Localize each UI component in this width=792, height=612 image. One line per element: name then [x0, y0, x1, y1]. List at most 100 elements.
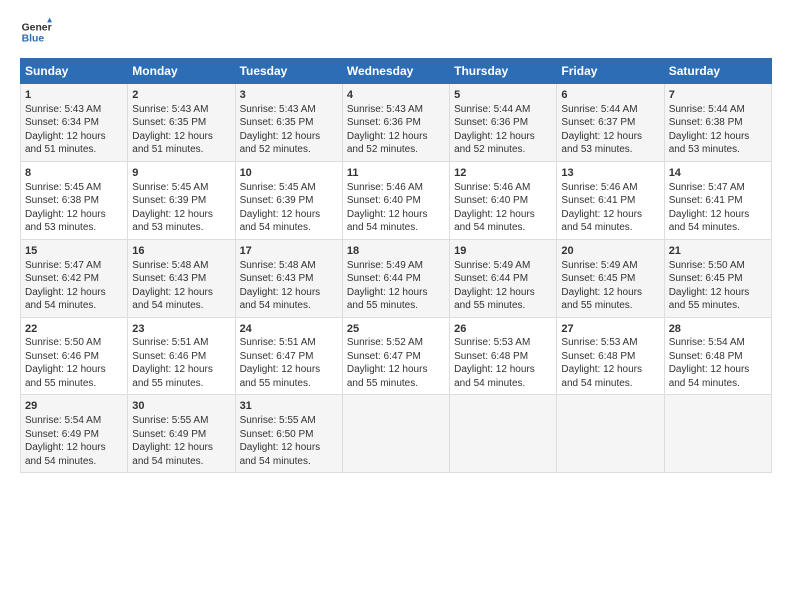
day-info-line: Sunset: 6:36 PM	[347, 116, 445, 130]
day-number: 28	[669, 322, 767, 337]
day-info-line: Daylight: 12 hours	[347, 208, 445, 222]
day-info-line: and 53 minutes.	[561, 143, 659, 157]
day-info-line: Sunset: 6:40 PM	[454, 194, 552, 208]
day-info-line: Daylight: 12 hours	[25, 441, 123, 455]
day-info-line: Daylight: 12 hours	[132, 441, 230, 455]
day-info-line: Sunrise: 5:48 AM	[240, 259, 338, 273]
day-info-line: Sunrise: 5:47 AM	[669, 181, 767, 195]
day-info-line: Sunset: 6:38 PM	[25, 194, 123, 208]
day-info-line: Daylight: 12 hours	[240, 286, 338, 300]
day-info-line: Sunrise: 5:54 AM	[669, 336, 767, 350]
day-info-line: Sunset: 6:41 PM	[669, 194, 767, 208]
day-info-line: Daylight: 12 hours	[454, 286, 552, 300]
day-number: 17	[240, 244, 338, 259]
day-number: 26	[454, 322, 552, 337]
day-info-line: Sunrise: 5:49 AM	[347, 259, 445, 273]
day-info-line: and 55 minutes.	[240, 377, 338, 391]
day-info-line: Daylight: 12 hours	[347, 286, 445, 300]
day-info-line: and 55 minutes.	[454, 299, 552, 313]
week-row-4: 29Sunrise: 5:54 AMSunset: 6:49 PMDayligh…	[21, 395, 772, 473]
day-number: 19	[454, 244, 552, 259]
day-info-line: Sunset: 6:46 PM	[25, 350, 123, 364]
day-info-line: Sunrise: 5:44 AM	[669, 103, 767, 117]
day-info-line: Sunrise: 5:51 AM	[132, 336, 230, 350]
day-info-line: Sunset: 6:48 PM	[454, 350, 552, 364]
day-header-tuesday: Tuesday	[235, 59, 342, 84]
calendar-cell: 30Sunrise: 5:55 AMSunset: 6:49 PMDayligh…	[128, 395, 235, 473]
day-info-line: Sunset: 6:34 PM	[25, 116, 123, 130]
day-info-line: Sunset: 6:39 PM	[132, 194, 230, 208]
day-info-line: Sunrise: 5:48 AM	[132, 259, 230, 273]
day-info-line: Sunrise: 5:46 AM	[454, 181, 552, 195]
day-info-line: Daylight: 12 hours	[669, 208, 767, 222]
day-info-line: Daylight: 12 hours	[25, 286, 123, 300]
calendar-cell: 22Sunrise: 5:50 AMSunset: 6:46 PMDayligh…	[21, 317, 128, 395]
day-number: 11	[347, 166, 445, 181]
calendar-cell: 23Sunrise: 5:51 AMSunset: 6:46 PMDayligh…	[128, 317, 235, 395]
day-number: 4	[347, 88, 445, 103]
day-number: 31	[240, 399, 338, 414]
day-number: 18	[347, 244, 445, 259]
day-info-line: Sunset: 6:43 PM	[132, 272, 230, 286]
day-number: 1	[25, 88, 123, 103]
day-info-line: Sunrise: 5:45 AM	[240, 181, 338, 195]
day-info-line: Sunset: 6:35 PM	[132, 116, 230, 130]
day-info-line: and 55 minutes.	[25, 377, 123, 391]
day-info-line: Sunset: 6:36 PM	[454, 116, 552, 130]
svg-text:General: General	[22, 22, 52, 33]
day-info-line: and 54 minutes.	[454, 377, 552, 391]
calendar-cell: 19Sunrise: 5:49 AMSunset: 6:44 PMDayligh…	[450, 239, 557, 317]
day-info-line: Daylight: 12 hours	[454, 208, 552, 222]
day-info-line: Sunrise: 5:44 AM	[561, 103, 659, 117]
day-number: 29	[25, 399, 123, 414]
day-info-line: Daylight: 12 hours	[25, 363, 123, 377]
day-info-line: and 54 minutes.	[132, 455, 230, 469]
calendar-cell: 3Sunrise: 5:43 AMSunset: 6:35 PMDaylight…	[235, 84, 342, 162]
day-number: 22	[25, 322, 123, 337]
day-number: 24	[240, 322, 338, 337]
day-info-line: Sunrise: 5:51 AM	[240, 336, 338, 350]
day-info-line: and 54 minutes.	[240, 455, 338, 469]
day-info-line: Daylight: 12 hours	[132, 208, 230, 222]
calendar-cell: 1Sunrise: 5:43 AMSunset: 6:34 PMDaylight…	[21, 84, 128, 162]
day-info-line: Sunrise: 5:52 AM	[347, 336, 445, 350]
calendar-cell: 28Sunrise: 5:54 AMSunset: 6:48 PMDayligh…	[664, 317, 771, 395]
day-info-line: Daylight: 12 hours	[240, 130, 338, 144]
day-info-line: Sunset: 6:49 PM	[25, 428, 123, 442]
day-info-line: Sunrise: 5:50 AM	[669, 259, 767, 273]
day-info-line: and 54 minutes.	[132, 299, 230, 313]
day-info-line: Sunset: 6:44 PM	[454, 272, 552, 286]
calendar-cell: 17Sunrise: 5:48 AMSunset: 6:43 PMDayligh…	[235, 239, 342, 317]
day-info-line: Sunset: 6:45 PM	[561, 272, 659, 286]
day-number: 2	[132, 88, 230, 103]
calendar-cell: 13Sunrise: 5:46 AMSunset: 6:41 PMDayligh…	[557, 161, 664, 239]
logo-icon: General Blue	[20, 16, 52, 48]
day-info-line: and 51 minutes.	[132, 143, 230, 157]
day-info-line: and 54 minutes.	[25, 455, 123, 469]
day-number: 14	[669, 166, 767, 181]
calendar-cell: 26Sunrise: 5:53 AMSunset: 6:48 PMDayligh…	[450, 317, 557, 395]
day-info-line: and 54 minutes.	[561, 377, 659, 391]
day-info-line: Daylight: 12 hours	[669, 286, 767, 300]
day-info-line: Sunrise: 5:43 AM	[240, 103, 338, 117]
day-info-line: and 53 minutes.	[132, 221, 230, 235]
day-info-line: and 54 minutes.	[561, 221, 659, 235]
header: General Blue	[20, 16, 772, 48]
day-info-line: and 55 minutes.	[347, 377, 445, 391]
calendar-cell: 10Sunrise: 5:45 AMSunset: 6:39 PMDayligh…	[235, 161, 342, 239]
day-info-line: Sunset: 6:37 PM	[561, 116, 659, 130]
day-info-line: Sunrise: 5:43 AM	[132, 103, 230, 117]
day-info-line: and 55 minutes.	[347, 299, 445, 313]
day-info-line: Daylight: 12 hours	[561, 130, 659, 144]
day-info-line: and 51 minutes.	[25, 143, 123, 157]
day-info-line: Daylight: 12 hours	[240, 441, 338, 455]
day-info-line: Sunset: 6:42 PM	[25, 272, 123, 286]
day-number: 23	[132, 322, 230, 337]
day-info-line: and 52 minutes.	[347, 143, 445, 157]
calendar-cell: 9Sunrise: 5:45 AMSunset: 6:39 PMDaylight…	[128, 161, 235, 239]
day-info-line: Sunrise: 5:45 AM	[132, 181, 230, 195]
day-info-line: Sunrise: 5:50 AM	[25, 336, 123, 350]
logo: General Blue	[20, 16, 52, 48]
week-row-2: 15Sunrise: 5:47 AMSunset: 6:42 PMDayligh…	[21, 239, 772, 317]
day-info-line: Sunset: 6:41 PM	[561, 194, 659, 208]
